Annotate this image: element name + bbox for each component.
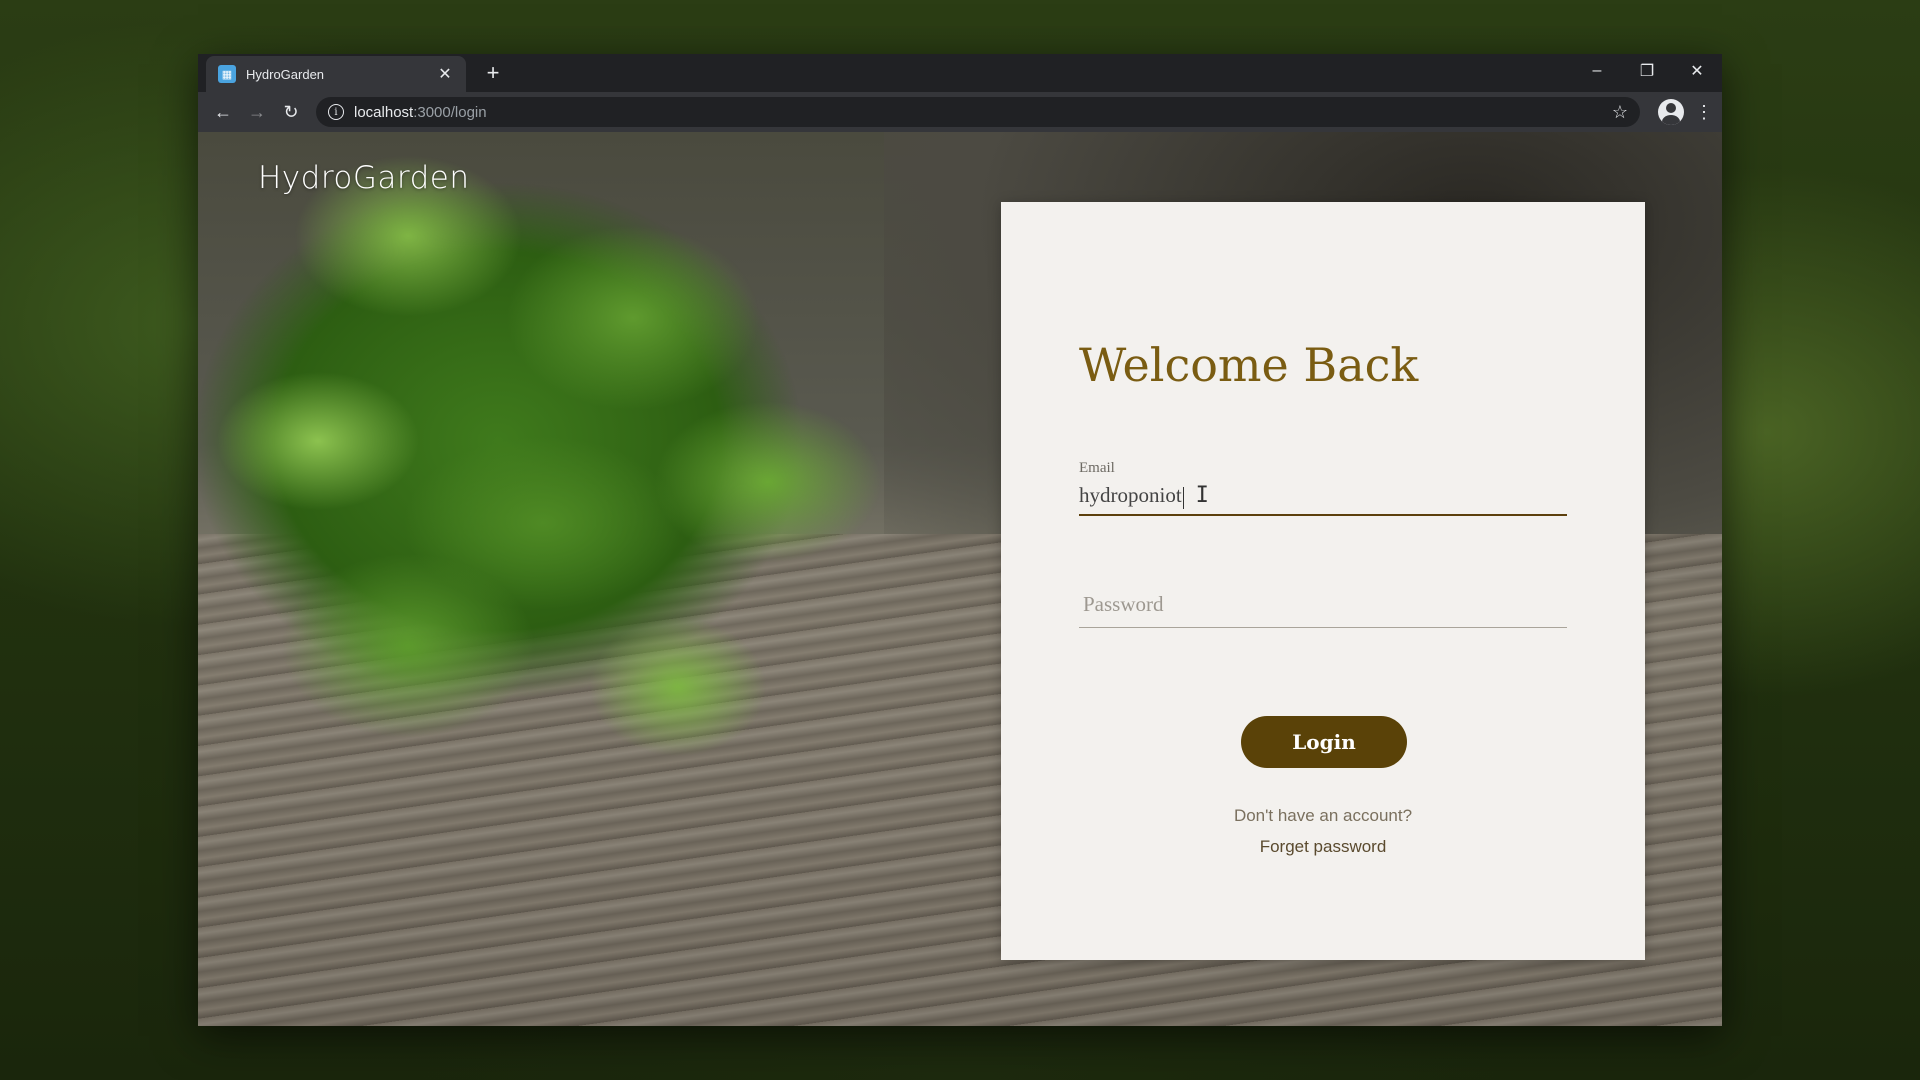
signup-link[interactable]: Don't have an account? xyxy=(1001,806,1645,826)
forgot-password-link[interactable]: Forget password xyxy=(1001,837,1645,857)
browser-window: ▦ HydroGarden ✕ + – ❐ ✕ ← → ↻ i localhos… xyxy=(198,54,1722,1026)
profile-avatar-icon[interactable] xyxy=(1658,99,1684,125)
login-button[interactable]: Login xyxy=(1241,716,1407,768)
close-window-button[interactable]: ✕ xyxy=(1672,54,1722,88)
browser-toolbar: ← → ↻ i localhost:3000/login ☆ ⋮ xyxy=(198,92,1722,132)
email-input-value[interactable]: hydroponiot xyxy=(1079,483,1182,508)
address-bar[interactable]: i localhost:3000/login ☆ xyxy=(316,97,1640,127)
site-info-icon[interactable]: i xyxy=(328,104,344,120)
minimize-button[interactable]: – xyxy=(1572,54,1622,88)
new-tab-button[interactable]: + xyxy=(480,60,506,86)
tab-hydrogarden[interactable]: ▦ HydroGarden ✕ xyxy=(206,56,466,92)
ibeam-cursor-icon: I xyxy=(1195,483,1209,508)
email-field[interactable]: Email hydroponiot I xyxy=(1079,460,1567,516)
window-controls: – ❐ ✕ xyxy=(1572,54,1722,88)
url-path: :3000/login xyxy=(413,103,487,121)
browser-menu-icon[interactable]: ⋮ xyxy=(1694,102,1714,123)
login-card: Welcome Back Email hydroponiot I Password… xyxy=(1001,202,1645,960)
page-title: Welcome Back xyxy=(1079,338,1419,392)
tab-bar: ▦ HydroGarden ✕ + – ❐ ✕ xyxy=(198,54,1722,92)
back-button[interactable]: ← xyxy=(206,97,240,127)
bookmark-star-icon[interactable]: ☆ xyxy=(1612,102,1628,123)
close-tab-icon[interactable]: ✕ xyxy=(436,64,454,84)
page-viewport: HydroGarden Welcome Back Email hydroponi… xyxy=(198,132,1722,1026)
password-field[interactable]: Password xyxy=(1079,582,1567,628)
forward-button[interactable]: → xyxy=(240,97,274,127)
password-placeholder: Password xyxy=(1083,592,1164,616)
reload-button[interactable]: ↻ xyxy=(274,97,308,127)
favicon-icon: ▦ xyxy=(218,65,236,83)
text-caret xyxy=(1182,486,1184,509)
email-label: Email xyxy=(1079,460,1115,476)
brand-logo[interactable]: HydroGarden xyxy=(258,160,469,196)
tab-title: HydroGarden xyxy=(246,66,325,82)
background-cilantro-image xyxy=(198,132,1038,892)
restore-button[interactable]: ❐ xyxy=(1622,54,1672,88)
url-host: localhost xyxy=(354,103,414,121)
